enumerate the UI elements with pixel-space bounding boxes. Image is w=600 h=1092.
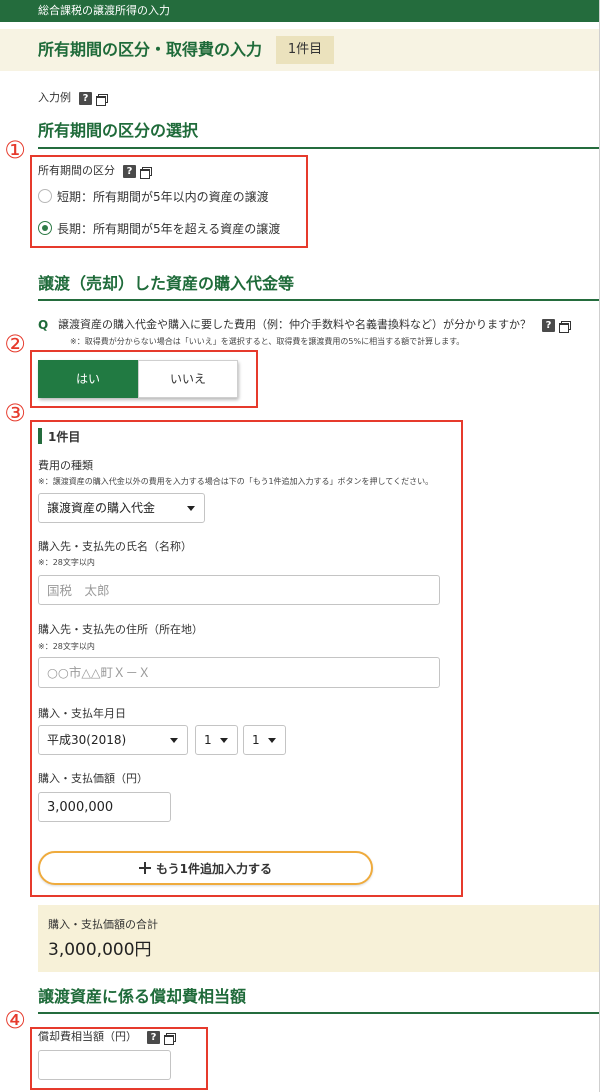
payee-name-note: ※：28文字以内 — [38, 558, 95, 567]
cost-type-select[interactable]: 譲渡資産の購入代金 — [38, 493, 205, 523]
purchase-month-select[interactable]: 1 — [195, 725, 238, 755]
depreciation-field-row: 償却費相当額（円） ? — [38, 1030, 176, 1045]
caret-down-icon — [187, 506, 195, 511]
open-new-window-icon[interactable] — [140, 166, 152, 179]
annotation-number-1: ① — [4, 136, 26, 164]
holding-period-field-row: 所有期間の区分 ? — [38, 164, 152, 179]
page-heading-band: 所有期間の区分・取得費の入力 1件目 — [0, 29, 599, 71]
purchase-month-value: 1 — [204, 733, 212, 747]
holding-period-label: 所有期間の区分 — [38, 164, 115, 177]
purchase-total-label: 購入・支払価額の合計 — [48, 918, 158, 931]
depreciation-amount-input[interactable] — [38, 1050, 171, 1080]
purchase-date-label: 購入・支払年月日 — [38, 707, 126, 720]
input-example-row: 入力例 ? — [38, 91, 108, 106]
help-icon[interactable]: ? — [123, 164, 136, 178]
page-title: 所有期間の区分・取得費の入力 — [38, 40, 263, 59]
section-title-holding-period: 所有期間の区分の選択 — [38, 121, 199, 140]
add-another-entry-button[interactable]: もう1件追加入力する — [38, 851, 373, 885]
cost-type-note: ※：譲渡資産の購入代金以外の費用を入力する場合は下の「もう1件追加入力する」ボタ… — [38, 477, 434, 486]
help-icon[interactable]: ? — [147, 1030, 160, 1044]
purchase-day-select[interactable]: 1 — [243, 725, 286, 755]
radio-button[interactable] — [38, 221, 52, 235]
purchase-year-value: 平成30(2018) — [47, 733, 127, 747]
page: 総合課税の譲渡所得の入力 所有期間の区分・取得費の入力 1件目 入力例 ? 所有… — [0, 0, 600, 1092]
purchase-year-select[interactable]: 平成30(2018) — [38, 725, 188, 755]
radio-button[interactable] — [38, 189, 52, 203]
cost-type-selected-value: 譲渡資産の購入代金 — [47, 501, 156, 515]
entry-count-badge: 1件目 — [276, 36, 334, 64]
caret-down-icon — [220, 738, 228, 743]
help-icon[interactable]: ? — [542, 318, 555, 332]
entry-heading-bar — [38, 428, 42, 444]
acquisition-cost-question-row: Q 譲渡資産の購入代金や購入に要した費用（例：仲介手数料や名義書換料など）が分か… — [38, 318, 571, 333]
radio-option-short-term[interactable]: 短期：所有期間が5年以内の資産の譲渡 — [38, 188, 269, 204]
section-divider — [38, 1012, 599, 1014]
section-divider — [38, 147, 599, 149]
section-divider — [38, 299, 599, 301]
yes-no-toggle: はい いいえ — [38, 360, 238, 398]
purchase-price-input[interactable] — [38, 792, 171, 822]
acquisition-cost-question: 譲渡資産の購入代金や購入に要した費用（例：仲介手数料や名義書換料など）が分かりま… — [58, 318, 531, 331]
radio-option-label: 短期：所有期間が5年以内の資産の譲渡 — [57, 189, 269, 204]
radio-option-long-term[interactable]: 長期：所有期間が5年を超える資産の譲渡 — [38, 220, 280, 236]
payee-address-input[interactable] — [38, 657, 440, 688]
purchase-day-value: 1 — [252, 733, 260, 747]
purchase-total-box: 購入・支払価額の合計 3,000,000円 — [38, 905, 599, 972]
caret-down-icon — [170, 738, 178, 743]
plus-icon — [139, 862, 151, 874]
add-another-entry-label: もう1件追加入力する — [156, 861, 272, 876]
cost-type-label: 費用の種類 — [38, 459, 93, 472]
section-title-depreciation: 譲渡資産に係る償却費相当額 — [38, 987, 247, 1006]
help-icon-glyph: ? — [545, 319, 552, 331]
no-button[interactable]: いいえ — [138, 360, 238, 398]
annotation-number-4: ④ — [4, 1006, 26, 1034]
open-new-window-icon[interactable] — [559, 320, 571, 333]
payee-address-label: 購入先・支払先の住所（所在地） — [38, 623, 203, 636]
open-new-window-icon[interactable] — [96, 93, 108, 106]
help-icon-glyph: ? — [150, 1031, 157, 1043]
question-marker: Q — [38, 318, 49, 332]
yes-button[interactable]: はい — [38, 360, 138, 398]
input-example-label: 入力例 — [38, 91, 71, 104]
help-icon-glyph: ? — [82, 92, 89, 104]
help-icon[interactable]: ? — [79, 91, 92, 105]
entry-heading-label: 1件目 — [48, 429, 81, 444]
open-new-window-icon[interactable] — [164, 1032, 176, 1045]
app-header-title: 総合課税の譲渡所得の入力 — [38, 4, 170, 17]
depreciation-label: 償却費相当額（円） — [38, 1030, 137, 1043]
section-title-purchase-cost: 譲渡（売却）した資産の購入代金等 — [38, 274, 295, 293]
purchase-price-label: 購入・支払価額（円） — [38, 772, 148, 785]
app-header: 総合課税の譲渡所得の入力 — [0, 0, 599, 22]
annotation-number-2: ② — [4, 330, 26, 358]
question-note: ※：取得費が分からない場合は「いいえ」を選択すると、取得費を譲渡費用の5%に相当… — [70, 337, 465, 346]
entry-heading: 1件目 — [38, 428, 80, 444]
caret-down-icon — [268, 738, 276, 743]
purchase-total-value: 3,000,000円 — [48, 940, 152, 960]
help-icon-glyph: ? — [126, 165, 133, 177]
annotation-number-3: ③ — [4, 399, 26, 427]
payee-address-note: ※：28文字以内 — [38, 642, 95, 651]
radio-option-label: 長期：所有期間が5年を超える資産の譲渡 — [57, 221, 281, 236]
payee-name-label: 購入先・支払先の氏名（名称） — [38, 540, 192, 553]
payee-name-input[interactable] — [38, 575, 440, 605]
